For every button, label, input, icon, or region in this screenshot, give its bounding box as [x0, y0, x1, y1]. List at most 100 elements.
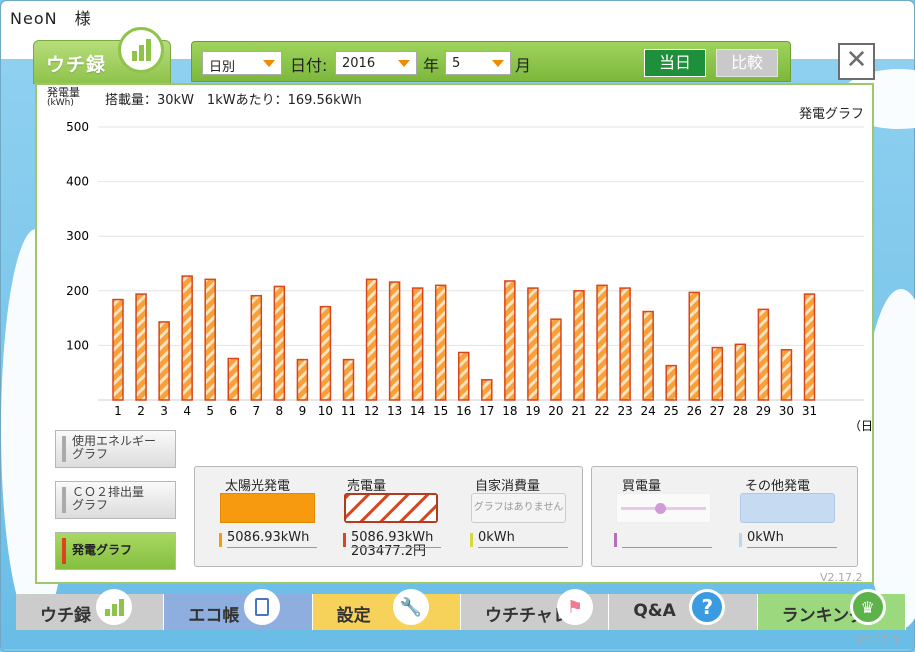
compare-button[interactable]: 比較 [716, 49, 778, 77]
buy-label: 買電量 [622, 479, 662, 494]
dropdown-arrow-icon [263, 60, 275, 67]
x-tick-label: 4 [183, 404, 191, 418]
bar-day-1 [112, 298, 124, 401]
x-tick-label: 27 [710, 404, 725, 418]
bar-day-17 [481, 379, 493, 401]
bar-day-4 [181, 275, 193, 401]
nav-ranking[interactable]: ランキング ♛ [757, 589, 906, 630]
solar-value-text: 5086.93kWh [227, 530, 310, 545]
question-icon: ? [689, 589, 726, 625]
wrench-icon: 🔧 [392, 589, 429, 625]
crown-icon: ♛ [849, 589, 886, 625]
bar-day-25 [665, 364, 677, 401]
generation-graph-label: 発電グラフ [72, 543, 133, 557]
bar-day-9 [296, 358, 309, 401]
summary-box-generation: 太陽光発電 5086.93kWh 売電量 5086.93kWh 203477.2… [194, 466, 583, 567]
button-marker [62, 538, 66, 564]
bar-day-20 [550, 318, 562, 401]
y-tick-label: 100 [66, 338, 89, 352]
x-tick-label: 17 [479, 404, 494, 418]
x-tick-label: 16 [456, 404, 471, 418]
date-toolbar: 日別 日付: 2016 年 5 月 当日 比較 [191, 41, 791, 82]
co2-graph-button[interactable]: ＣＯ２排出量 グラフ [55, 481, 176, 519]
year-select-value: 2016 [342, 56, 376, 71]
bar-day-19 [527, 287, 539, 401]
y-tick-label: 500 [66, 120, 89, 134]
other-generation-swatch [740, 493, 835, 523]
month-select[interactable]: 5 [445, 51, 511, 75]
x-tick-label: 26 [687, 404, 702, 418]
flag-icon: ⚑ [556, 589, 593, 625]
graph-panel: 発電量 (kWh) 搭載量：30kW 1kWあたり：169.56kWh 発電グラ… [35, 83, 874, 584]
year-select[interactable]: 2016 [335, 51, 417, 75]
x-tick-label: 29 [756, 404, 771, 418]
bar-chart-icon [96, 589, 132, 625]
nav-settings[interactable]: 設定 🔧 [312, 589, 461, 630]
other-generation-value-text: 0kWh [747, 530, 784, 545]
nav-uchichare[interactable]: ウチチャレ ⚑ [460, 589, 610, 630]
buy-underline [622, 547, 712, 548]
x-axis-unit: （日） [849, 419, 872, 433]
self-consumption-marker [470, 533, 473, 547]
bar-day-15 [434, 284, 447, 401]
x-tick-label: 14 [410, 404, 425, 418]
app-tab-uchiroku[interactable]: ウチ録 [33, 27, 171, 84]
other-generation-underline [747, 547, 837, 548]
month-suffix: 月 [515, 56, 532, 75]
bar-day-10 [319, 305, 332, 401]
sell-legend-swatch [344, 493, 438, 523]
buy-slider [616, 493, 711, 523]
x-tick-label: 25 [664, 404, 679, 418]
today-button[interactable]: 当日 [644, 49, 706, 77]
bar-day-6 [227, 357, 239, 401]
bottom-navigation: ウチ録 エコ帳 設定 🔧 ウチチャレ ⚑ Q&A ? ランキング ♛ [16, 589, 906, 630]
nav-qa[interactable]: Q&A ? [609, 589, 758, 630]
bar-day-13 [388, 281, 401, 401]
self-consumption-underline [478, 547, 568, 548]
close-icon[interactable]: ✕ [838, 43, 875, 80]
x-tick-label: 30 [779, 404, 794, 418]
x-tick-label: 9 [299, 404, 307, 418]
bar-day-8 [273, 285, 286, 401]
nav-ecocho[interactable]: エコ帳 [164, 589, 313, 630]
solar-marker [219, 533, 222, 547]
bar-day-24 [642, 310, 654, 401]
x-tick-label: 8 [276, 404, 284, 418]
bar-day-27 [711, 346, 724, 401]
x-tick-label: 31 [802, 404, 817, 418]
bar-day-5 [204, 278, 216, 401]
x-tick-label: 3 [160, 404, 168, 418]
x-tick-label: 2 [137, 404, 145, 418]
bar-chart-icon [118, 27, 164, 73]
app-tab-label: ウチ録 [46, 54, 107, 76]
other-generation-value: 0kWh [739, 530, 784, 547]
bar-day-31 [803, 293, 816, 401]
sell-marker [343, 533, 346, 547]
date-label: 日付: [290, 56, 328, 75]
nav-uchiroku[interactable]: ウチ録 [16, 589, 165, 630]
period-select[interactable]: 日別 [202, 51, 282, 75]
x-tick-label: 20 [548, 404, 563, 418]
user-name: NeoN 様 [10, 9, 92, 28]
buy-marker [614, 533, 617, 547]
x-tick-label: 5 [206, 404, 214, 418]
dropdown-arrow-icon [492, 60, 504, 67]
energy-usage-graph-button[interactable]: 使用エネルギー グラフ [55, 430, 176, 468]
bar-day-21 [573, 290, 585, 401]
x-tick-label: 22 [594, 404, 609, 418]
x-tick-label: 18 [502, 404, 517, 418]
y-tick-label: 300 [66, 229, 89, 243]
solar-label: 太陽光発電 [225, 479, 291, 494]
bar-day-14 [411, 287, 424, 401]
generation-graph-button[interactable]: 発電グラフ [55, 532, 176, 570]
self-consumption-label: 自家消費量 [475, 479, 541, 494]
notebook-icon [244, 589, 281, 625]
solar-legend-swatch [220, 493, 315, 523]
y-tick-label: 200 [66, 284, 89, 298]
x-tick-label: 13 [387, 404, 402, 418]
x-tick-label: 10 [318, 404, 333, 418]
button-marker [62, 487, 66, 513]
x-tick-label: 28 [733, 404, 748, 418]
button-marker [62, 436, 66, 462]
dropdown-arrow-icon [398, 60, 410, 67]
